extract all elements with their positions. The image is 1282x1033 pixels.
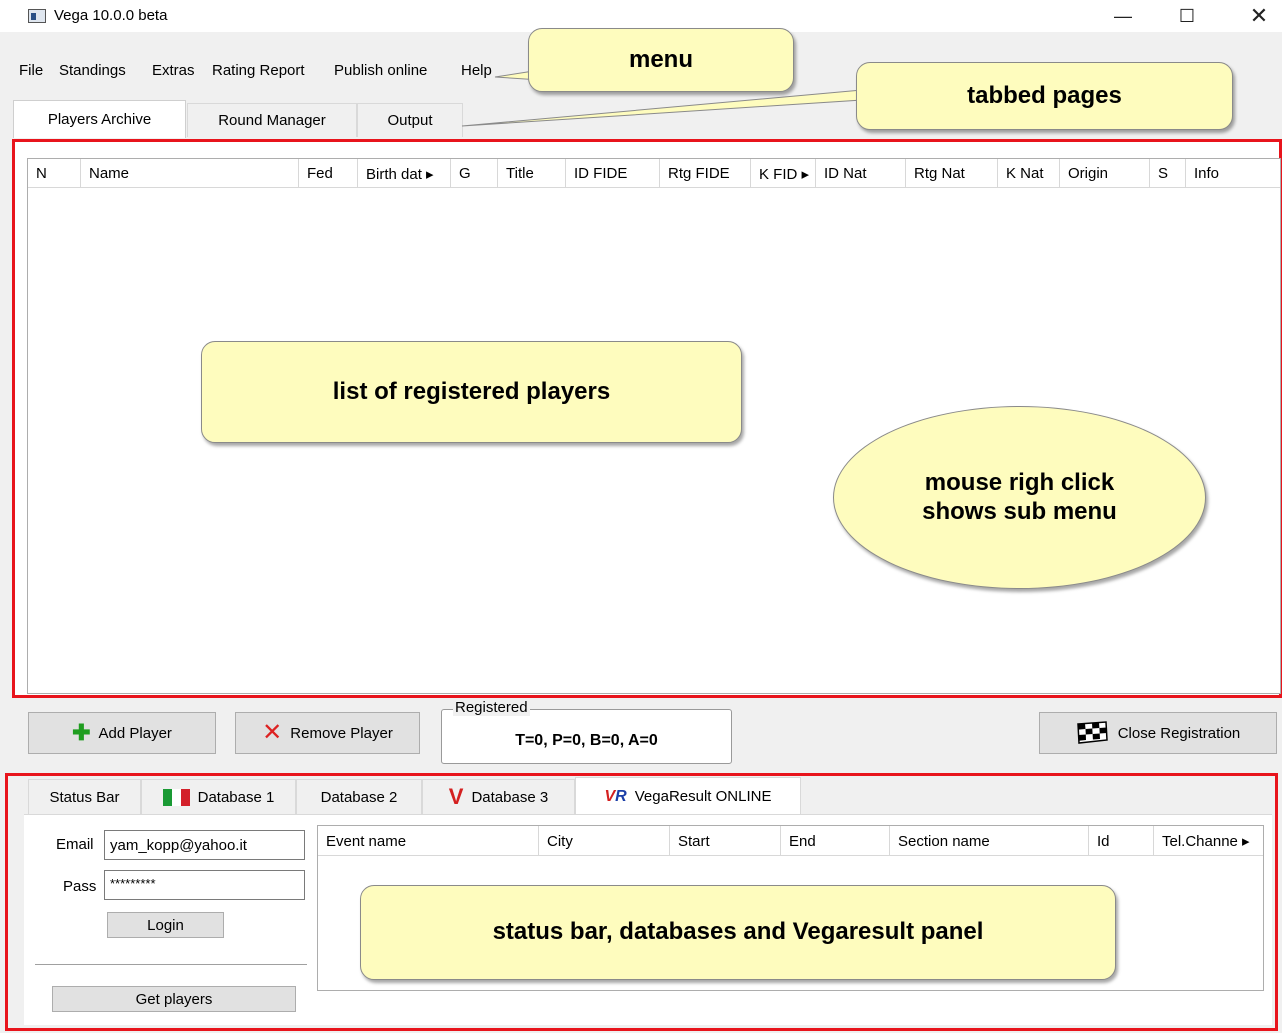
tab-database-3-label: Database 3: [471, 788, 549, 806]
callout-right-click-line2: shows sub menu: [922, 497, 1117, 525]
events-table-header: Event name City Start End Section name I…: [318, 826, 1263, 856]
menu-rating-report[interactable]: Rating Report: [212, 62, 305, 79]
login-button[interactable]: Login: [107, 912, 224, 938]
close-registration-button[interactable]: Close Registration: [1039, 712, 1277, 754]
column-header[interactable]: Fed: [299, 159, 358, 188]
menu-extras[interactable]: Extras: [152, 62, 195, 79]
column-header[interactable]: Birth dat ▸: [358, 159, 451, 188]
pass-label: Pass: [63, 878, 97, 895]
menu-help[interactable]: Help: [461, 62, 492, 79]
window-title: Vega 10.0.0 beta: [54, 7, 168, 24]
close-x-icon: ✕: [262, 719, 283, 746]
tab-vegaresult-online[interactable]: VR VegaResult ONLINE: [575, 777, 801, 815]
column-header[interactable]: K FID ▸: [751, 159, 816, 188]
column-header[interactable]: Rtg Nat: [906, 159, 998, 188]
maximize-button[interactable]: ☐: [1164, 0, 1210, 32]
minimize-button[interactable]: —: [1100, 0, 1146, 32]
column-header[interactable]: Title: [498, 159, 566, 188]
callout-right-click: mouse righ click shows sub menu: [833, 406, 1206, 589]
callout-right-click-line1: mouse righ click: [924, 468, 1115, 496]
tab-database-2[interactable]: Database 2: [296, 779, 422, 814]
app-icon: [28, 9, 46, 23]
column-header[interactable]: ID Nat: [816, 159, 906, 188]
tab-database-1[interactable]: Database 1: [141, 779, 296, 814]
column-header[interactable]: Id: [1089, 826, 1154, 856]
registered-legend: Registered: [453, 699, 530, 716]
column-header[interactable]: City: [539, 826, 670, 856]
players-table-header: N Name Fed Birth dat ▸ G Title ID FIDE R…: [28, 159, 1280, 188]
menu-publish-online[interactable]: Publish online: [334, 62, 427, 79]
callout-tabbed-pages: tabbed pages: [856, 62, 1233, 130]
email-label: Email: [56, 836, 94, 853]
column-header[interactable]: Tel.Channe ▸: [1154, 826, 1263, 856]
get-players-button[interactable]: Get players: [52, 986, 296, 1012]
column-header[interactable]: S: [1150, 159, 1186, 188]
column-header[interactable]: K Nat: [998, 159, 1060, 188]
italy-flag-icon: [162, 788, 190, 806]
plus-icon: ✚: [72, 720, 91, 745]
checkered-flag-icon: [1076, 721, 1108, 744]
close-button[interactable]: ✕: [1236, 0, 1282, 32]
tab-status-bar[interactable]: Status Bar: [28, 779, 141, 814]
password-field[interactable]: *********: [104, 870, 305, 900]
column-header[interactable]: Origin: [1060, 159, 1150, 188]
column-header[interactable]: Rtg FIDE: [660, 159, 751, 188]
column-header[interactable]: ID FIDE: [566, 159, 660, 188]
menu-standings[interactable]: Standings: [59, 62, 126, 79]
vega-v-icon: V: [448, 784, 464, 809]
tab-round-manager[interactable]: Round Manager: [187, 103, 357, 137]
column-header[interactable]: Start: [670, 826, 781, 856]
tab-vegaresult-label: VegaResult ONLINE: [634, 788, 772, 805]
registered-counts: T=0, P=0, B=0, A=0: [515, 732, 658, 749]
menu-file[interactable]: File: [19, 62, 43, 79]
add-player-label: Add Player: [98, 724, 172, 742]
add-player-button[interactable]: ✚ Add Player: [28, 712, 216, 754]
tab-database-3[interactable]: V Database 3: [422, 779, 575, 814]
email-field[interactable]: yam_kopp@yahoo.it: [104, 830, 305, 860]
tab-output[interactable]: Output: [357, 103, 463, 137]
column-header[interactable]: Name: [81, 159, 299, 188]
column-header[interactable]: G: [451, 159, 498, 188]
column-header[interactable]: End: [781, 826, 890, 856]
divider: [35, 964, 307, 965]
column-header[interactable]: Section name: [890, 826, 1089, 856]
vegaresult-logo-icon: VR: [604, 787, 627, 805]
column-header[interactable]: N: [28, 159, 81, 188]
remove-player-button[interactable]: ✕ Remove Player: [235, 712, 420, 754]
remove-player-label: Remove Player: [290, 724, 393, 742]
callout-player-list: list of registered players: [201, 341, 742, 443]
column-header[interactable]: Info: [1186, 159, 1282, 188]
column-header[interactable]: Event name: [318, 826, 539, 856]
callout-status-panel: status bar, databases and Vegaresult pan…: [360, 885, 1116, 980]
close-registration-label: Close Registration: [1117, 724, 1241, 742]
tab-players-archive[interactable]: Players Archive: [13, 100, 186, 138]
tab-database-1-label: Database 1: [197, 788, 275, 806]
callout-menu: menu: [528, 28, 794, 92]
